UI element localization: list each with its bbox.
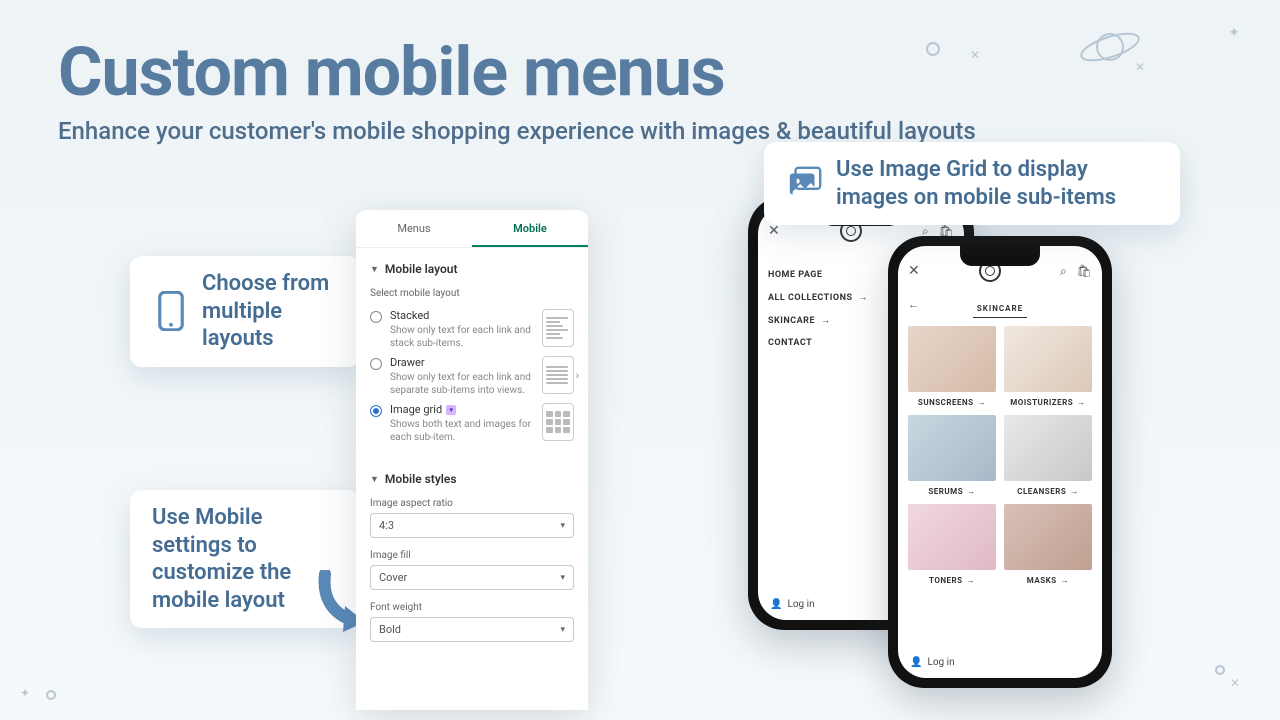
radio-icon bbox=[370, 311, 382, 323]
phone-preview-grid: ✕ ⌕ 🛍 ← SKINCARE SUNSCREENS → MOISTURIZE… bbox=[888, 236, 1112, 688]
option-title: Drawer bbox=[390, 356, 534, 369]
image-grid-icon bbox=[786, 165, 824, 203]
chevron-icon: ▾ bbox=[560, 573, 565, 583]
section-title: Mobile styles bbox=[385, 472, 457, 486]
category-image bbox=[908, 326, 996, 392]
stacked-thumbnail-icon bbox=[542, 309, 574, 347]
callout-imagegrid: Use Image Grid to display images on mobi… bbox=[764, 142, 1180, 225]
category-image bbox=[908, 415, 996, 481]
user-icon: 👤 bbox=[910, 657, 922, 668]
heart-badge-icon: ♥ bbox=[446, 405, 456, 415]
circle-icon bbox=[46, 690, 56, 700]
callout-text: Choose from multiple layouts bbox=[202, 270, 338, 353]
fill-select[interactable]: Cover▾ bbox=[370, 565, 574, 590]
close-icon[interactable]: ✕ bbox=[908, 263, 920, 279]
chevron-down-icon: ▼ bbox=[370, 474, 379, 485]
planet-icon bbox=[1070, 25, 1140, 74]
grid-thumbnail-icon bbox=[542, 403, 574, 441]
section-mobile-styles[interactable]: ▼ Mobile styles bbox=[356, 458, 588, 492]
drawer-thumbnail-icon bbox=[542, 356, 574, 394]
crumb-label: SKINCARE bbox=[973, 300, 1027, 318]
close-icon[interactable]: ✕ bbox=[768, 223, 780, 239]
option-desc: Shows both text and images for each sub-… bbox=[390, 418, 534, 444]
category-image bbox=[1004, 504, 1092, 570]
radio-icon bbox=[370, 405, 382, 417]
option-image-grid[interactable]: Image grid ♥ Shows both text and images … bbox=[356, 397, 588, 444]
option-title: Stacked bbox=[390, 309, 534, 322]
login-link[interactable]: 👤 Log in bbox=[910, 657, 955, 668]
tab-mobile[interactable]: Mobile bbox=[472, 210, 588, 247]
breadcrumb: ← SKINCARE bbox=[898, 290, 1102, 326]
arrow-right-icon: → bbox=[978, 398, 987, 407]
option-desc: Show only text for each link and separat… bbox=[390, 371, 534, 397]
user-icon: 👤 bbox=[770, 599, 782, 610]
star-icon: ✕ bbox=[1135, 60, 1145, 74]
callout-layouts: Choose from multiple layouts bbox=[130, 256, 360, 367]
option-stacked[interactable]: Stacked Show only text for each link and… bbox=[356, 303, 588, 350]
callout-text: Use Image Grid to display images on mobi… bbox=[836, 156, 1158, 211]
option-desc: Show only text for each link and stack s… bbox=[390, 324, 534, 350]
arrow-right-icon: → bbox=[967, 487, 976, 496]
chevron-down-icon: ▼ bbox=[370, 264, 379, 275]
arrow-right-icon: → bbox=[1061, 576, 1070, 585]
card-cleansers[interactable]: CLEANSERS → bbox=[1004, 415, 1092, 496]
weight-select[interactable]: Bold▾ bbox=[370, 617, 574, 642]
star-icon: ✦ bbox=[20, 686, 30, 700]
back-icon[interactable]: ← bbox=[908, 298, 919, 311]
category-image bbox=[1004, 326, 1092, 392]
card-moisturizers[interactable]: MOISTURIZERS → bbox=[1004, 326, 1092, 407]
aspect-select[interactable]: 4:3▾ bbox=[370, 513, 574, 538]
card-sunscreens[interactable]: SUNSCREENS → bbox=[908, 326, 996, 407]
search-icon[interactable]: ⌕ bbox=[1060, 264, 1067, 279]
circle-icon bbox=[1215, 665, 1225, 675]
bag-icon[interactable]: 🛍 bbox=[1077, 264, 1092, 279]
page-heading: Custom mobile menus Enhance your custome… bbox=[58, 32, 976, 147]
section-mobile-layout[interactable]: ▼ Mobile layout bbox=[356, 248, 588, 282]
select-layout-label: Select mobile layout bbox=[356, 282, 588, 303]
star-icon: ✦ bbox=[1228, 25, 1240, 41]
fill-label: Image fill bbox=[356, 544, 588, 565]
chevron-icon: ▾ bbox=[560, 625, 565, 635]
arrow-right-icon: → bbox=[1077, 398, 1086, 407]
arrow-right-icon: → bbox=[858, 292, 868, 303]
radio-icon bbox=[370, 358, 382, 370]
phone-icon bbox=[152, 292, 190, 330]
category-grid: SUNSCREENS → MOISTURIZERS → SERUMS → CLE… bbox=[898, 326, 1102, 585]
section-title: Mobile layout bbox=[385, 262, 458, 276]
category-image bbox=[908, 504, 996, 570]
settings-panel: Menus Mobile ▼ Mobile layout Select mobi… bbox=[356, 210, 588, 710]
arrow-right-icon: → bbox=[1070, 487, 1079, 496]
star-icon: ✕ bbox=[1230, 676, 1240, 690]
aspect-label: Image aspect ratio bbox=[356, 492, 588, 513]
panel-tabs: Menus Mobile bbox=[356, 210, 588, 248]
arrow-right-icon: → bbox=[967, 576, 976, 585]
option-title: Image grid ♥ bbox=[390, 403, 534, 416]
login-link[interactable]: 👤 Log in bbox=[770, 599, 815, 610]
arrow-right-icon: → bbox=[821, 315, 831, 326]
card-masks[interactable]: MASKS → bbox=[1004, 504, 1092, 585]
page-title: Custom mobile menus bbox=[58, 32, 976, 112]
card-serums[interactable]: SERUMS → bbox=[908, 415, 996, 496]
tab-menus[interactable]: Menus bbox=[356, 210, 472, 247]
callout-text: Use Mobile settings to customize the mob… bbox=[152, 504, 338, 614]
chevron-icon: ▾ bbox=[560, 521, 565, 531]
phone-notch bbox=[960, 246, 1040, 266]
category-image bbox=[1004, 415, 1092, 481]
card-toners[interactable]: TONERS → bbox=[908, 504, 996, 585]
option-drawer[interactable]: Drawer Show only text for each link and … bbox=[356, 350, 588, 397]
weight-label: Font weight bbox=[356, 596, 588, 617]
